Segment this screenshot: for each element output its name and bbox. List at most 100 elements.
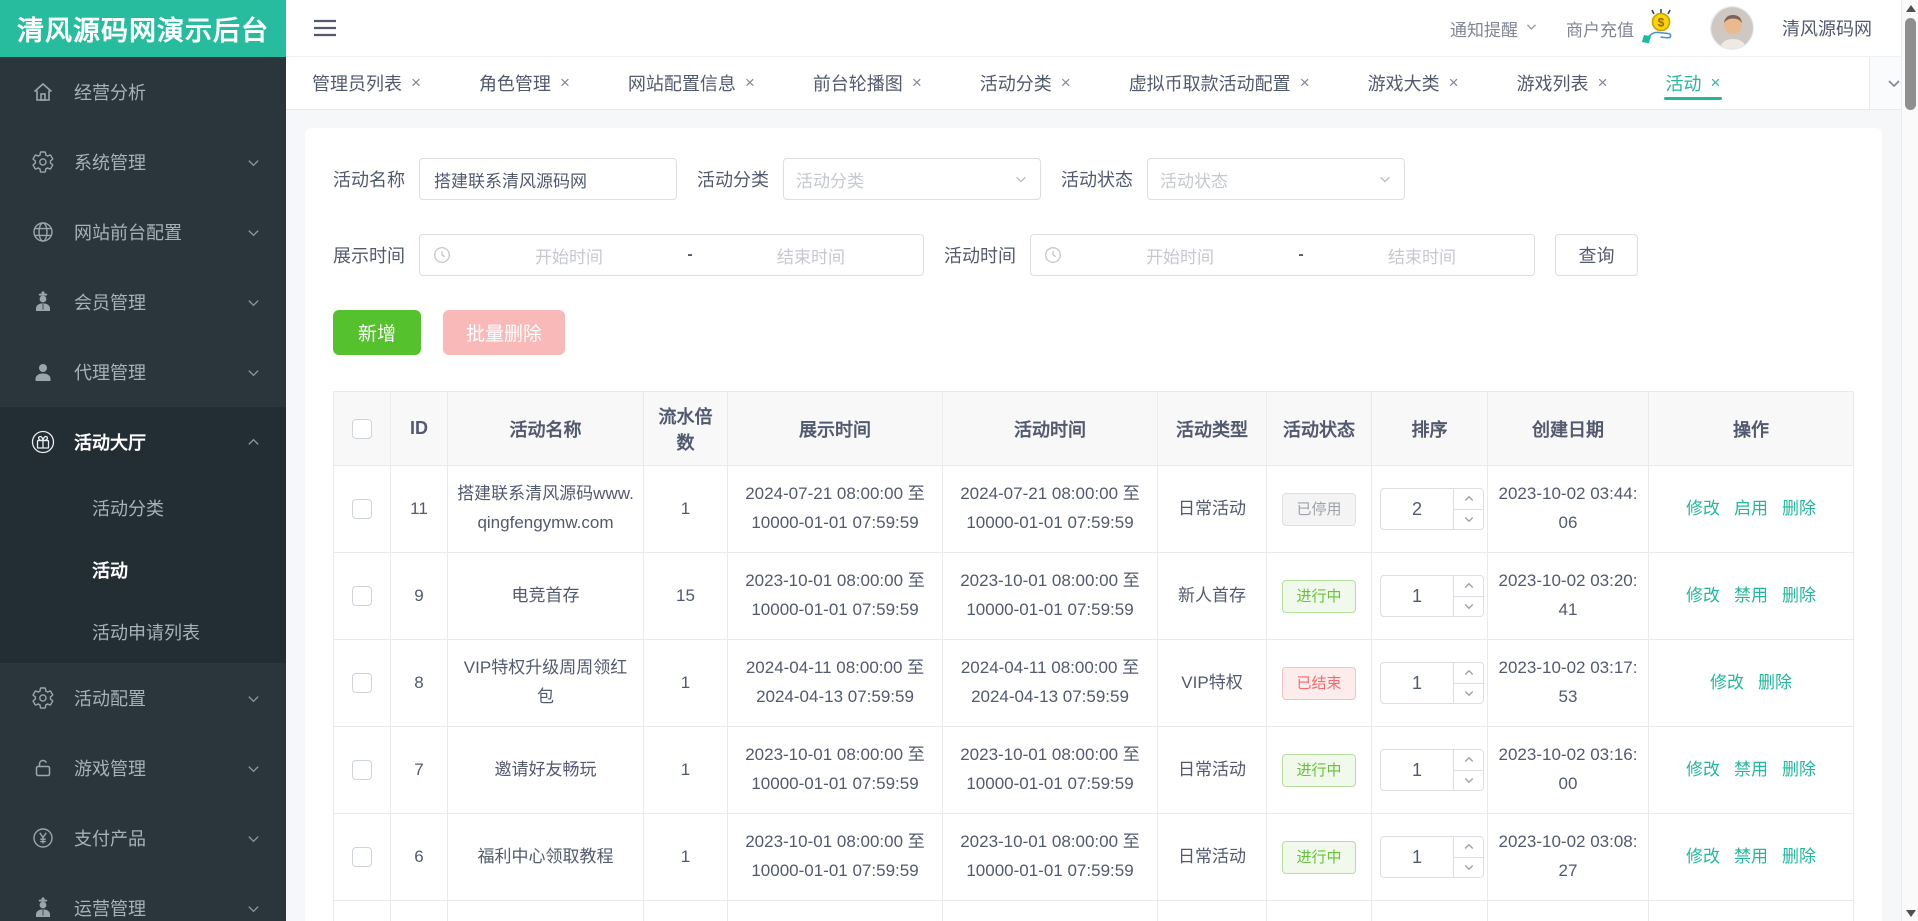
tab-close-icon[interactable]: × (1449, 73, 1459, 93)
page-scrollbar[interactable] (1901, 0, 1918, 921)
cell-created-date: 2023-10-02 03:16:00 (1488, 727, 1649, 814)
activity-time-range-picker[interactable]: 开始时间 - 结束时间 (1030, 234, 1535, 276)
tab-activity-category[interactable]: 活动分类 × (980, 57, 1071, 109)
row-action-delete[interactable]: 删除 (1782, 847, 1816, 866)
sidebar-item-operation[interactable]: 运营管理 (0, 873, 286, 921)
hamburger-menu-icon[interactable] (312, 17, 338, 39)
sort-increase-button[interactable] (1454, 750, 1483, 771)
row-checkbox[interactable] (352, 673, 372, 693)
row-action-delete[interactable]: 删除 (1758, 673, 1792, 692)
tab-label: 前台轮播图 (813, 70, 903, 96)
row-action-delete[interactable]: 删除 (1782, 760, 1816, 779)
sort-decrease-button[interactable] (1454, 597, 1483, 617)
column-header: 活动状态 (1267, 392, 1372, 466)
notifications-dropdown[interactable]: 通知提醒 (1450, 16, 1538, 41)
row-action-edit[interactable]: 修改 (1710, 673, 1744, 692)
scroll-down-arrow[interactable] (1902, 905, 1918, 921)
start-time-placeholder: 开始时间 (1068, 243, 1292, 268)
row-action-disable[interactable]: 禁用 (1734, 586, 1768, 605)
cell-id: 9 (391, 553, 448, 640)
filter-label-activity-name: 活动名称 (333, 166, 405, 192)
batch-delete-button[interactable]: 批量删除 (443, 310, 565, 355)
tab-close-icon[interactable]: × (1711, 73, 1721, 93)
sidebar-item-analysis[interactable]: 经营分析 (0, 57, 286, 127)
select-all-checkbox[interactable] (352, 419, 372, 439)
tab-label: 角色管理 (479, 70, 551, 96)
sidebar-item-member[interactable]: 会员管理 (0, 267, 286, 337)
sort-decrease-button[interactable] (1454, 771, 1483, 791)
sort-number-input[interactable]: 1 (1380, 836, 1484, 878)
search-button[interactable]: 查询 (1555, 234, 1638, 276)
cell-activity-type: 新人首存 (1158, 553, 1267, 640)
sort-decrease-button[interactable] (1454, 510, 1483, 530)
sidebar-item-site-frontend-config[interactable]: 网站前台配置 (0, 197, 286, 267)
avatar[interactable] (1710, 6, 1754, 50)
row-action-disable[interactable]: 禁用 (1734, 847, 1768, 866)
sort-number-input[interactable]: 1 (1380, 662, 1484, 704)
tab-game-list[interactable]: 游戏列表 × (1517, 57, 1608, 109)
sort-increase-button[interactable] (1454, 663, 1483, 684)
tab-close-icon[interactable]: × (912, 73, 922, 93)
cell-activity-name: 邀请好友畅玩 (448, 727, 644, 814)
row-action-edit[interactable]: 修改 (1686, 847, 1720, 866)
sidebar-item-activity-hall[interactable]: 活动大厅 (0, 407, 286, 477)
sidebar-item-payment[interactable]: 支付产品 (0, 803, 286, 873)
activity-status-select[interactable]: 活动状态 (1147, 158, 1405, 200)
add-button[interactable]: 新增 (333, 310, 421, 355)
tab-crypto-withdraw-activity-config[interactable]: 虚拟币取款活动配置 × (1129, 57, 1310, 109)
cell-id: 6 (391, 814, 448, 901)
sort-number-input[interactable]: 1 (1380, 575, 1484, 617)
sidebar-subitem-activity-category[interactable]: 活动分类 (0, 477, 286, 539)
sidebar-item-agent[interactable]: 代理管理 (0, 337, 286, 407)
status-badge: 进行中 (1282, 754, 1355, 787)
tab-activity[interactable]: 活动 × (1666, 57, 1721, 109)
scroll-up-arrow[interactable] (1902, 0, 1918, 16)
row-action-delete[interactable]: 删除 (1782, 586, 1816, 605)
chevron-up-icon (246, 435, 262, 450)
row-action-edit[interactable]: 修改 (1686, 760, 1720, 779)
sort-increase-button[interactable] (1454, 489, 1483, 510)
select-placeholder: 活动分类 (796, 167, 1014, 192)
sidebar-subitem-activity[interactable]: 活动 (0, 539, 286, 601)
tab-close-icon[interactable]: × (1300, 73, 1310, 93)
range-separator: - (1292, 246, 1310, 264)
sidebar-item-system[interactable]: 系统管理 (0, 127, 286, 197)
sort-increase-button[interactable] (1454, 576, 1483, 597)
tab-close-icon[interactable]: × (411, 73, 421, 93)
row-action-delete[interactable]: 删除 (1782, 499, 1816, 518)
sort-decrease-button[interactable] (1454, 684, 1483, 704)
tab-close-icon[interactable]: × (1061, 73, 1071, 93)
sidebar-item-activity-config[interactable]: 活动配置 (0, 663, 286, 733)
sort-number-input[interactable]: 2 (1380, 488, 1484, 530)
tab-role[interactable]: 角色管理 × (479, 57, 570, 109)
merchant-recharge-button[interactable]: 商户充值 $ (1566, 7, 1682, 50)
sort-increase-button[interactable] (1454, 837, 1483, 858)
row-action-enable[interactable]: 启用 (1734, 499, 1768, 518)
scrollbar-thumb[interactable] (1905, 18, 1916, 110)
row-checkbox[interactable] (352, 847, 372, 867)
tab-admin-list[interactable]: 管理员列表 × (312, 57, 421, 109)
show-time-range-picker[interactable]: 开始时间 - 结束时间 (419, 234, 924, 276)
row-checkbox[interactable] (352, 499, 372, 519)
sort-decrease-button[interactable] (1454, 858, 1483, 878)
row-action-edit[interactable]: 修改 (1686, 586, 1720, 605)
tab-close-icon[interactable]: × (560, 73, 570, 93)
cell-activity-time: 2024-07-21 08:00:00 至 10000-01-01 07:59:… (943, 466, 1158, 553)
sidebar-item-game[interactable]: 游戏管理 (0, 733, 286, 803)
row-checkbox[interactable] (352, 586, 372, 606)
tab-carousel[interactable]: 前台轮播图 × (813, 57, 922, 109)
tab-label: 活动分类 (980, 70, 1052, 96)
tab-site-config-info[interactable]: 网站配置信息 × (628, 57, 755, 109)
row-checkbox[interactable] (352, 760, 372, 780)
tab-close-icon[interactable]: × (745, 73, 755, 93)
tab-game-category[interactable]: 游戏大类 × (1368, 57, 1459, 109)
tab-close-icon[interactable]: × (1598, 73, 1608, 93)
cell-multiplier: 1 (644, 466, 728, 553)
tab-label: 网站配置信息 (628, 70, 736, 96)
activity-name-input[interactable] (419, 158, 677, 200)
sort-number-input[interactable]: 1 (1380, 749, 1484, 791)
row-action-disable[interactable]: 禁用 (1734, 760, 1768, 779)
activity-category-select[interactable]: 活动分类 (783, 158, 1041, 200)
row-action-edit[interactable]: 修改 (1686, 499, 1720, 518)
sidebar-subitem-activity-apply-list[interactable]: 活动申请列表 (0, 601, 286, 663)
